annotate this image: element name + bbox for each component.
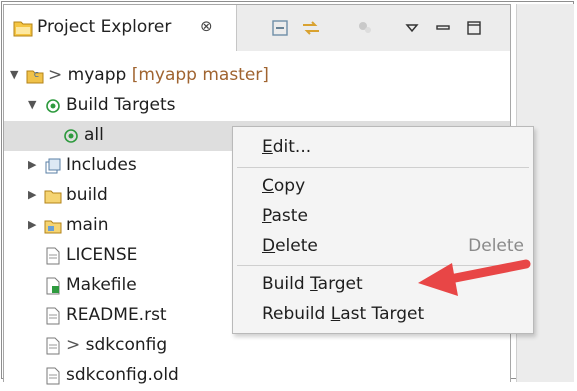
build-target-icon: [64, 129, 78, 143]
folder-icon: [44, 190, 62, 204]
includes-icon: [45, 158, 61, 174]
file-icon: [46, 307, 60, 325]
tree-item-label: README.rst: [66, 305, 167, 325]
collapsed-arrow-icon[interactable]: ▶: [28, 218, 36, 231]
minimize-icon[interactable]: [431, 16, 455, 40]
menu-item-label: Copy: [262, 176, 306, 196]
collapsed-arrow-icon[interactable]: ▶: [28, 158, 36, 171]
tree-item-label: sdkconfig.old: [66, 365, 179, 385]
file-icon: [46, 337, 60, 355]
menu-item-label: Rebuild Last Target: [262, 304, 425, 324]
menu-item-label: Delete: [262, 236, 318, 256]
tree-item-label: build: [66, 185, 108, 205]
menu-item-shortcut: Delete: [468, 236, 524, 256]
expanded-arrow-icon[interactable]: ▼: [10, 68, 18, 81]
view-menu-icon[interactable]: [400, 16, 424, 40]
tree-item-label: > myapp [myapp master]: [48, 65, 269, 85]
tree-item-sdkconfig[interactable]: > sdkconfig: [4, 331, 510, 361]
menu-item-paste[interactable]: Paste: [233, 201, 533, 231]
maximize-icon[interactable]: [462, 16, 486, 40]
tree-item-label: main: [66, 215, 109, 235]
menu-item-rebuild-last-target[interactable]: Rebuild Last Target: [233, 299, 533, 329]
build-target-icon: [46, 99, 60, 113]
tree-item-label: LICENSE: [66, 245, 138, 265]
filter-icon[interactable]: [353, 16, 377, 40]
tree-item-build-targets[interactable]: ▼ Build Targets: [4, 91, 510, 121]
tree-item-label: Makefile: [66, 275, 137, 295]
menu-item-copy[interactable]: Copy: [233, 171, 533, 201]
tree-item-label: all: [84, 125, 104, 145]
tree-item-label: Build Targets: [66, 95, 176, 115]
c-project-icon: C: [26, 70, 44, 84]
annotation-arrow-icon: [418, 259, 531, 296]
svg-text:C: C: [34, 71, 39, 79]
view-tab-bar: Project Explorer ⊗: [4, 5, 510, 51]
collapsed-arrow-icon[interactable]: ▶: [28, 188, 36, 201]
file-icon: [46, 247, 60, 265]
close-icon[interactable]: ⊗: [200, 17, 213, 35]
tree-item-label: > sdkconfig: [66, 335, 168, 355]
menu-item-label: Build Target: [262, 274, 363, 294]
tab-project-explorer[interactable]: Project Explorer ⊗: [4, 5, 237, 51]
menu-item-label: Edit...: [262, 137, 312, 157]
project-explorer-icon: [13, 21, 33, 37]
view-title: Project Explorer: [37, 17, 172, 37]
menu-item-edit[interactable]: Edit...: [233, 132, 533, 162]
menu-separator: [237, 167, 529, 168]
context-menu: Edit... Copy Paste Delete Delete Build T…: [232, 126, 534, 334]
link-with-editor-icon[interactable]: [299, 16, 323, 40]
menu-item-label: Paste: [262, 206, 308, 226]
source-folder-icon: [44, 220, 62, 234]
tree-item-label: Includes: [66, 155, 137, 175]
collapse-all-icon[interactable]: [268, 16, 292, 40]
makefile-icon: [46, 277, 60, 295]
tree-item-sdkconfig-old[interactable]: sdkconfig.old: [4, 361, 510, 391]
expanded-arrow-icon[interactable]: ▼: [28, 98, 36, 111]
tree-item-myapp[interactable]: ▼ C > myapp [myapp master]: [4, 61, 510, 91]
file-icon: [46, 367, 60, 385]
